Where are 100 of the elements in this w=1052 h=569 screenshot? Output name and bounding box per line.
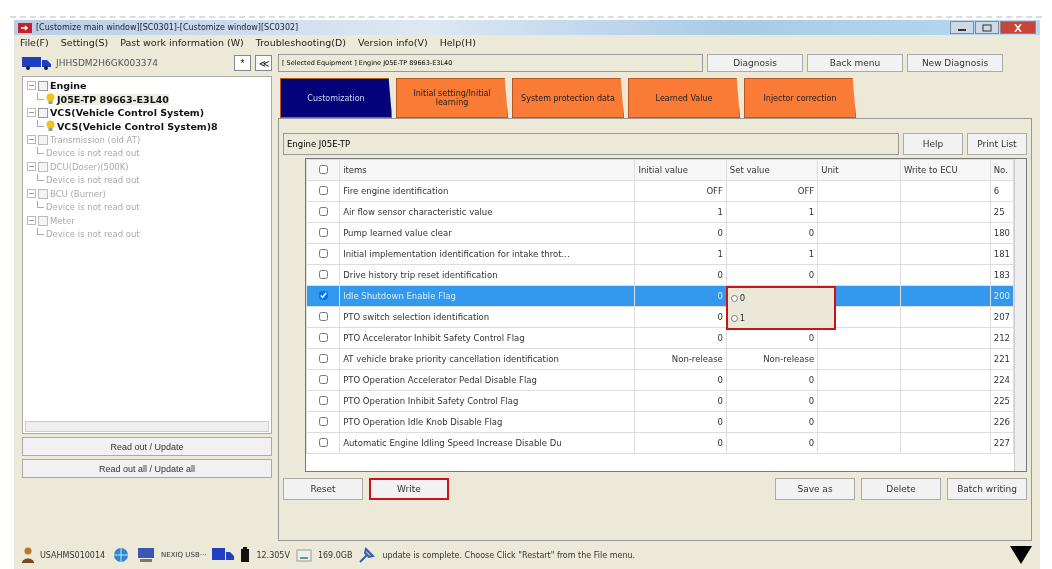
table-cell: Pump learned value clear: [339, 222, 635, 244]
minimize-button[interactable]: [950, 21, 974, 34]
user-icon: [22, 547, 34, 563]
tab[interactable]: System protection data: [512, 78, 624, 118]
table-cell: PTO Operation Idle Knob Disable Flag: [339, 411, 635, 433]
table-cell: Idle Shutdown Enable Flag: [339, 285, 635, 307]
row-checkbox[interactable]: [318, 248, 328, 258]
checkbox-icon[interactable]: [38, 107, 48, 118]
value-dropdown[interactable]: 0 1: [725, 286, 836, 330]
panel-button[interactable]: Help: [903, 133, 963, 155]
table-cell: PTO Operation Accelerator Pedal Disable Flag: [339, 369, 635, 391]
expand-icon[interactable]: [27, 135, 36, 145]
tab[interactable]: Initial setting/Initial learning: [396, 78, 508, 118]
action-button[interactable]: Reset: [283, 478, 363, 500]
menu-item[interactable]: Past work information (W): [120, 37, 244, 48]
row-checkbox[interactable]: [318, 353, 328, 363]
tab[interactable]: Customization: [280, 78, 392, 118]
radio-option[interactable]: 1: [730, 313, 834, 323]
row-checkbox[interactable]: [318, 416, 328, 426]
tree-item[interactable]: J05E-TP 89663-E3L40: [57, 93, 169, 105]
checkbox-icon[interactable]: [38, 134, 48, 145]
truck-icon: [22, 56, 52, 70]
table-cell: Non-release: [763, 354, 815, 364]
table-cell: AT vehicle brake priority cancellation identification: [339, 348, 635, 370]
column-header[interactable]: items: [339, 159, 635, 181]
table-cell: 0: [808, 438, 815, 448]
tab[interactable]: Learned Value: [628, 78, 740, 118]
table-cell: 1: [634, 243, 727, 265]
action-button[interactable]: Write: [369, 478, 449, 500]
table-cell: 0: [634, 432, 727, 454]
status-message: update is complete. Choose Click "Restart" from the File menu.: [382, 550, 636, 560]
read-out-button[interactable]: Read out all / Update all: [22, 459, 272, 478]
app-icon: [18, 22, 32, 33]
table-cell: 25: [990, 201, 1014, 223]
menu-item[interactable]: Help(H): [439, 37, 476, 48]
expand-icon[interactable]: [27, 162, 36, 172]
table-cell: 1: [634, 201, 727, 223]
table-cell: Air flow sensor characteristic value: [339, 201, 635, 223]
checkbox-icon[interactable]: [38, 188, 48, 199]
radio-button[interactable]: [730, 314, 738, 322]
table-cell: 0: [634, 369, 727, 391]
expand-icon[interactable]: [27, 189, 36, 199]
table-cell: OFF: [634, 180, 727, 202]
checkbox-icon[interactable]: [38, 161, 48, 172]
row-checkbox[interactable]: [318, 227, 328, 237]
horizontal-scrollbar[interactable]: [25, 421, 269, 432]
checkbox-icon[interactable]: [38, 80, 48, 91]
menu-item[interactable]: Setting(S): [60, 37, 109, 48]
row-checkbox[interactable]: [318, 185, 328, 195]
vertical-scrollbar[interactable]: [1014, 159, 1026, 471]
column-header[interactable]: Unit: [817, 159, 901, 181]
row-checkbox[interactable]: [318, 437, 328, 447]
row-checkbox[interactable]: [318, 269, 328, 279]
tree-item[interactable]: VCS(Vehicle Control System)8: [57, 120, 218, 132]
menu-item[interactable]: File(F): [20, 37, 49, 48]
small-button[interactable]: *: [234, 55, 251, 71]
pin-icon: [358, 546, 377, 564]
table-cell: 0: [634, 222, 727, 244]
row-checkbox[interactable]: [318, 206, 328, 216]
menu-item[interactable]: Troubleshooting(D): [255, 37, 346, 48]
row-checkbox[interactable]: [318, 395, 328, 405]
row-checkbox[interactable]: [318, 311, 328, 321]
column-header[interactable]: Write to ECU: [900, 159, 991, 181]
table-cell: PTO Accelerator Inhibit Safety Control Flag: [339, 327, 635, 349]
row-checkbox[interactable]: [318, 374, 328, 384]
column-header[interactable]: Set value: [726, 159, 818, 181]
action-button[interactable]: Batch writing: [947, 478, 1027, 500]
expand-icon[interactable]: [27, 216, 36, 226]
radio-option[interactable]: 0: [730, 293, 834, 303]
collapse-button[interactable]: ≪: [255, 55, 272, 71]
menu-item[interactable]: Version info(V): [357, 37, 428, 48]
select-all-checkbox[interactable]: [318, 164, 328, 174]
tree-item[interactable]: VCS(Vehicle Control System): [50, 107, 205, 119]
action-button[interactable]: Save as: [775, 478, 855, 500]
expand-icon[interactable]: [27, 81, 36, 91]
table-cell: 183: [990, 264, 1014, 286]
table-cell: 0: [808, 270, 815, 280]
table-cell: 0: [634, 390, 727, 412]
action-button[interactable]: Delete: [861, 478, 941, 500]
nav-button[interactable]: Diagnosis: [707, 54, 803, 72]
tab[interactable]: Injector correction: [744, 78, 856, 118]
table-cell: PTO Operation Inhibit Safety Control Flag: [339, 390, 635, 412]
close-button[interactable]: [1000, 21, 1036, 34]
tree-item[interactable]: Engine: [50, 80, 87, 92]
panel-button[interactable]: Print List: [967, 133, 1027, 155]
read-out-button[interactable]: Read out / Update: [22, 437, 272, 456]
table-cell: 207: [990, 306, 1014, 328]
row-checkbox[interactable]: [318, 332, 328, 342]
column-header[interactable]: No.: [990, 159, 1014, 181]
maximize-icon: [982, 23, 992, 32]
nav-button[interactable]: New Diagnosis: [907, 54, 1003, 72]
checkbox-icon[interactable]: [38, 215, 48, 226]
down-triangle-icon[interactable]: [1010, 546, 1032, 564]
table-cell: OFF: [797, 186, 815, 196]
nav-button[interactable]: Back menu: [807, 54, 903, 72]
expand-icon[interactable]: [27, 108, 36, 118]
row-checkbox[interactable]: [318, 290, 328, 300]
column-header[interactable]: Initial value: [634, 159, 727, 181]
radio-button[interactable]: [730, 294, 738, 302]
table-cell: 227: [990, 432, 1014, 454]
